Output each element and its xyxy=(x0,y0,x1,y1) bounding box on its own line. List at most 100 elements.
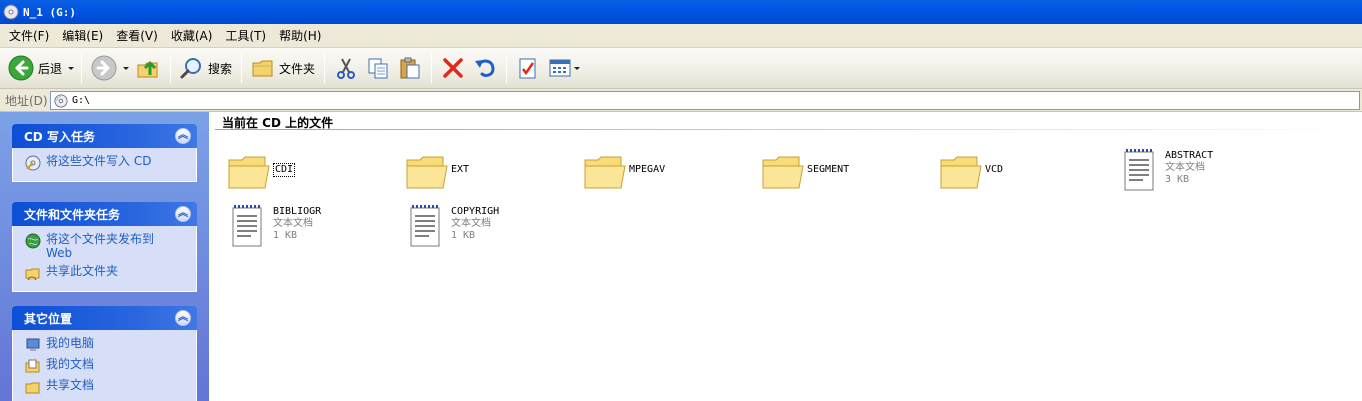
toolbar: 后退 搜索 文件夹 xyxy=(0,48,1362,89)
file-item-folder[interactable]: EXT xyxy=(403,148,563,200)
delete-icon xyxy=(443,58,463,78)
forward-arrow-icon xyxy=(91,55,117,81)
cd-drive-icon xyxy=(3,4,19,20)
group-divider xyxy=(215,129,1362,130)
place-my-computer[interactable]: 我的电脑 xyxy=(25,336,188,353)
task-publish-web[interactable]: 将这个文件夹发布到 Web xyxy=(25,232,188,260)
file-item-text[interactable]: ABSTRACT 文本文档 3 KB xyxy=(1117,146,1277,198)
toolbar-separator xyxy=(170,53,172,83)
file-item-text[interactable]: COPYRIGH 文本文档 1 KB xyxy=(403,202,563,254)
search-button[interactable]: 搜索 xyxy=(176,51,236,85)
file-item-text[interactable]: BIBLIOGR 文本文档 1 KB xyxy=(225,202,385,254)
folder-icon xyxy=(252,60,273,77)
back-label: 后退 xyxy=(38,61,63,76)
menu-view[interactable]: 查看(V) xyxy=(111,25,166,46)
notepad-icon xyxy=(410,205,440,247)
undo-button[interactable] xyxy=(469,51,501,85)
back-button[interactable]: 后退 xyxy=(4,51,66,85)
menu-favorites[interactable]: 收藏(A) xyxy=(166,25,221,46)
file-name: VCD xyxy=(985,164,1004,175)
up-folder-button[interactable] xyxy=(131,51,165,85)
cd-tasks-header[interactable]: CD 写入任务 ︽ xyxy=(12,124,197,148)
cd-tasks-body: 将这些文件写入 CD xyxy=(12,148,197,182)
task-pane: CD 写入任务 ︽ 将这些文件写入 CD 文件和文件夹任务 ︽ 将这个文件夹发布… xyxy=(0,112,209,401)
file-item-folder[interactable]: CDI xyxy=(225,148,385,200)
views-grid-icon xyxy=(549,59,571,77)
shared-folder-icon xyxy=(25,268,40,281)
chevron-down-icon xyxy=(123,66,130,70)
folder-icon xyxy=(25,382,40,394)
file-name: EXT xyxy=(451,164,470,175)
views-button[interactable] xyxy=(544,51,584,85)
back-dropdown[interactable] xyxy=(66,51,76,85)
menu-edit[interactable]: 编辑(E) xyxy=(57,25,111,46)
back-arrow-icon xyxy=(8,55,34,81)
paste-icon xyxy=(400,57,420,79)
collapse-chevron-icon[interactable]: ︽ xyxy=(175,206,191,222)
menu-tools[interactable]: 工具(T) xyxy=(220,25,274,46)
properties-button[interactable] xyxy=(512,51,544,85)
cd-write-icon xyxy=(25,155,41,171)
file-meta: MPEGAV xyxy=(629,148,665,176)
place-my-computer-label: 我的电脑 xyxy=(46,336,95,350)
file-name: BIBLIOGR xyxy=(273,206,322,217)
scissors-icon xyxy=(337,58,356,79)
forward-dropdown[interactable] xyxy=(121,51,131,85)
chevron-down-icon xyxy=(68,66,75,70)
other-places-title: 其它位置 xyxy=(24,311,73,326)
menu-file[interactable]: 文件(F) xyxy=(4,25,57,46)
cut-button[interactable] xyxy=(330,51,362,85)
copy-button[interactable] xyxy=(362,51,394,85)
paste-button[interactable] xyxy=(394,51,426,85)
other-places-header[interactable]: 其它位置 ︽ xyxy=(12,306,197,330)
window-title: N_1 (G:) xyxy=(23,5,76,19)
file-type: 文本文档 xyxy=(1165,162,1205,173)
forward-button[interactable] xyxy=(87,51,121,85)
copy-icon xyxy=(368,58,388,79)
address-input[interactable]: G:\ xyxy=(50,91,1360,110)
file-type: 文本文档 xyxy=(273,218,313,229)
file-tasks-body: 将这个文件夹发布到 Web 共享此文件夹 xyxy=(12,226,197,292)
toolbar-separator xyxy=(431,53,433,83)
collapse-chevron-icon[interactable]: ︽ xyxy=(175,128,191,144)
chevron-down-icon xyxy=(574,66,581,70)
address-value: G:\ xyxy=(72,95,91,106)
toolbar-separator xyxy=(81,53,83,83)
up-folder-icon xyxy=(137,61,158,78)
file-item-folder[interactable]: VCD xyxy=(937,148,1097,200)
file-tasks-header[interactable]: 文件和文件夹任务 ︽ xyxy=(12,202,197,226)
cd-drive-icon xyxy=(54,93,68,108)
file-tasks-title: 文件和文件夹任务 xyxy=(24,207,121,222)
collapse-chevron-icon[interactable]: ︽ xyxy=(175,310,191,326)
menu-help[interactable]: 帮助(H) xyxy=(274,25,329,46)
delete-button[interactable] xyxy=(437,51,469,85)
file-meta: SEGMENT xyxy=(807,148,849,176)
properties-icon xyxy=(519,58,536,79)
address-bar: 地址(D) G:\ xyxy=(0,89,1362,112)
task-write-to-cd[interactable]: 将这些文件写入 CD xyxy=(25,154,188,171)
file-size: 1 KB xyxy=(273,230,298,241)
place-shared-documents[interactable]: 共享文档 xyxy=(25,378,188,395)
documents-folder-icon xyxy=(25,359,40,373)
folder-icon xyxy=(406,156,448,189)
place-my-documents-label: 我的文档 xyxy=(46,357,95,371)
task-write-to-cd-label: 将这些文件写入 CD xyxy=(46,154,152,168)
file-name: MPEGAV xyxy=(629,164,666,175)
file-meta: BIBLIOGR 文本文档 1 KB xyxy=(273,202,321,242)
menu-bar: 文件(F) 编辑(E) 查看(V) 收藏(A) 工具(T) 帮助(H) xyxy=(0,24,1362,48)
file-item-folder[interactable]: SEGMENT xyxy=(759,148,919,200)
cd-tasks-title: CD 写入任务 xyxy=(24,129,95,144)
task-share-folder[interactable]: 共享此文件夹 xyxy=(25,264,188,281)
search-label: 搜索 xyxy=(208,61,233,76)
folders-label: 文件夹 xyxy=(279,61,316,76)
folders-button[interactable]: 文件夹 xyxy=(247,51,319,85)
file-item-folder[interactable]: MPEGAV xyxy=(581,148,741,200)
toolbar-separator xyxy=(241,53,243,83)
other-places-body: 我的电脑 我的文档 共享文档 xyxy=(12,330,197,401)
file-name: CDI xyxy=(273,163,296,177)
place-shared-documents-label: 共享文档 xyxy=(46,378,95,392)
place-my-documents[interactable]: 我的文档 xyxy=(25,357,188,374)
file-name: SEGMENT xyxy=(807,164,850,175)
notepad-icon xyxy=(1124,149,1154,191)
notepad-icon xyxy=(232,205,262,247)
